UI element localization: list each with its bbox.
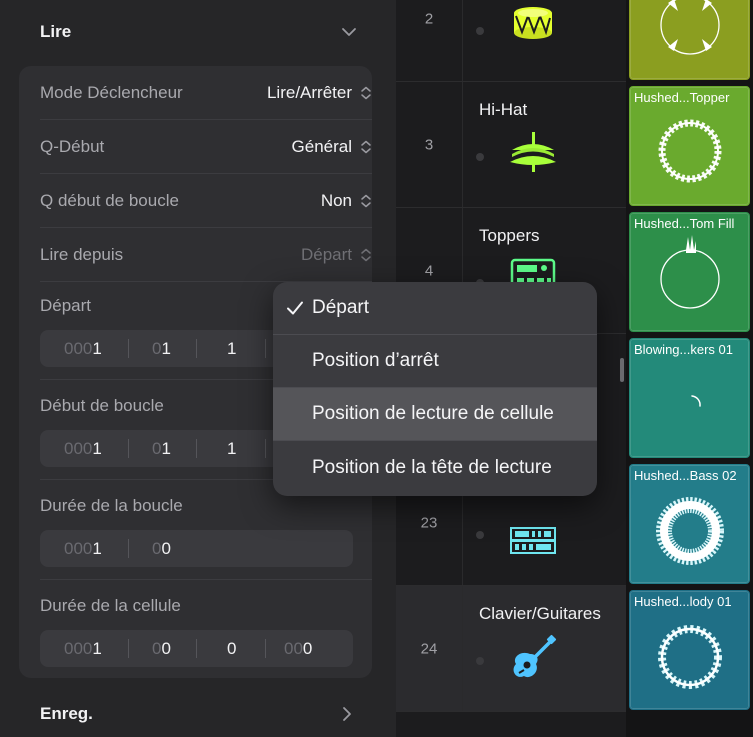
cell-length-tick-segment[interactable]: 000	[284, 630, 312, 667]
cell-slot[interactable]: Hushed...Topper	[629, 86, 750, 206]
cell-slot[interactable]: Hushed...lody 01	[629, 590, 750, 710]
play-from-value[interactable]: Départ	[301, 245, 352, 265]
cell-length-division-segment[interactable]: 0	[227, 630, 236, 667]
menu-item-label: Départ	[312, 297, 370, 318]
play-section-header[interactable]: Lire	[0, 12, 396, 52]
divider	[462, 586, 463, 711]
loop-length-beat-segment[interactable]: 00	[152, 530, 171, 567]
cell-slot[interactable]: Blowing...kers 01	[629, 338, 750, 458]
cell-name: Blowing...kers 01	[634, 342, 733, 357]
hi-hat-cymbal-icon	[510, 132, 556, 172]
trigger-mode-value[interactable]: Lire/Arrêter	[267, 83, 352, 103]
play-section-title: Lire	[40, 22, 72, 41]
segment-divider	[196, 339, 197, 358]
start-label: Départ	[40, 296, 92, 315]
chevron-down-icon[interactable]	[340, 23, 358, 41]
menu-item-playhead-position[interactable]: Position de la tête de lecture	[273, 441, 597, 494]
track-row-2[interactable]: 2	[396, 0, 626, 82]
segment-divider	[128, 339, 129, 358]
track-name: Hi-Hat	[479, 100, 528, 119]
cell-name: Hushed...Topper	[634, 90, 730, 105]
up-down-chevron-icon	[361, 248, 371, 261]
divider	[462, 0, 463, 81]
loop-length-field[interactable]: 0001 00	[40, 530, 353, 567]
cell-slot[interactable]: Hushed...Bass 02	[629, 464, 750, 584]
trigger-mode-label: Mode Déclencheur	[40, 82, 183, 102]
track-status-dot	[476, 656, 484, 665]
track-row-24[interactable]: 24 Clavier/Guitares	[396, 586, 626, 712]
track-number: 23	[420, 514, 438, 531]
cell-slot[interactable]: Hushed...Tom Fill	[629, 212, 750, 332]
cell-length-bar-segment[interactable]: 0001	[64, 630, 102, 667]
synth-rack-icon	[510, 527, 556, 554]
divider	[40, 579, 372, 580]
track-number: 24	[420, 640, 438, 657]
segment-divider	[128, 639, 129, 658]
up-down-chevron-icon	[361, 194, 371, 207]
loop-start-bar-segment[interactable]: 0001	[64, 430, 102, 467]
loop-start-beat-segment[interactable]: 01	[152, 430, 171, 467]
menu-item-label: Position de la tête de lecture	[312, 456, 552, 478]
play-from-row[interactable]: Lire depuis Départ	[40, 228, 372, 282]
start-division-segment[interactable]: 1	[227, 330, 236, 367]
record-section-title: Enreg.	[40, 704, 93, 723]
trigger-mode-row[interactable]: Mode Déclencheur Lire/Arrêter	[40, 66, 372, 120]
segment-divider	[128, 539, 129, 558]
q-start-row[interactable]: Q-Début Général	[40, 120, 372, 174]
q-start-value[interactable]: Général	[292, 137, 352, 157]
start-beat-segment[interactable]: 01	[152, 330, 171, 367]
segment-divider	[196, 639, 197, 658]
start-bar-segment[interactable]: 0001	[64, 330, 102, 367]
waveform-ring-icon	[660, 0, 720, 55]
track-status-dot	[476, 26, 484, 35]
track-status-dot	[476, 152, 484, 161]
loop-start-division-segment[interactable]: 1	[227, 430, 236, 467]
play-from-dropdown-menu: Départ Position d’arrêt Position de lect…	[273, 282, 597, 496]
q-loop-start-label: Q début de boucle	[40, 190, 179, 210]
play-from-label: Lire depuis	[40, 244, 124, 264]
loop-start-label: Début de boucle	[40, 396, 164, 415]
q-loop-start-row[interactable]: Q début de boucle Non	[40, 174, 372, 228]
menu-item-label: Position d’arrêt	[312, 350, 439, 371]
track-row-3[interactable]: 3 Hi-Hat	[396, 82, 626, 208]
divider	[462, 82, 463, 207]
track-name: Toppers	[479, 226, 540, 245]
up-down-chevron-icon	[361, 140, 371, 153]
acoustic-guitar-icon	[513, 634, 557, 678]
segment-divider	[196, 439, 197, 458]
segment-divider	[265, 339, 266, 358]
cell-length-label: Durée de la cellule	[40, 596, 181, 615]
segment-divider	[265, 639, 266, 658]
cell-slot[interactable]	[629, 0, 750, 80]
track-name: Clavier/Guitares	[479, 604, 601, 623]
menu-item-cell-play-position[interactable]: Position de lecture de cellule	[273, 388, 597, 441]
cell-name: Hushed...Bass 02	[634, 468, 737, 483]
checkmark-icon	[287, 301, 303, 315]
q-loop-start-value[interactable]: Non	[321, 191, 352, 211]
snare-drum-icon	[514, 7, 552, 39]
track-status-dot	[476, 530, 484, 539]
track-number: 4	[424, 262, 434, 279]
cell-name: Hushed...lody 01	[634, 594, 732, 609]
cell-length-beat-segment[interactable]: 00	[152, 630, 171, 667]
up-down-chevron-icon	[361, 86, 371, 99]
cell-name: Hushed...Tom Fill	[634, 216, 735, 231]
q-start-label: Q-Début	[40, 136, 105, 156]
chevron-right-icon[interactable]	[338, 705, 356, 723]
track-number: 3	[424, 136, 434, 153]
record-section-header[interactable]: Enreg.	[0, 694, 396, 734]
track-number: 2	[424, 10, 434, 27]
menu-item-start[interactable]: Départ	[273, 282, 597, 335]
scrollbar-thumb[interactable]	[620, 358, 624, 382]
menu-item-label: Position de lecture de cellule	[312, 403, 554, 424]
loop-length-bar-segment[interactable]: 0001	[64, 530, 102, 567]
menu-item-stop-position[interactable]: Position d’arrêt	[273, 335, 597, 388]
segment-divider	[128, 439, 129, 458]
loop-length-label: Durée de la boucle	[40, 496, 183, 515]
cell-length-field[interactable]: 0001 00 0 000	[40, 630, 353, 667]
segment-divider	[265, 439, 266, 458]
cell-column: Hushed...Topper Hushed...Tom Fill Blowin…	[626, 0, 753, 737]
